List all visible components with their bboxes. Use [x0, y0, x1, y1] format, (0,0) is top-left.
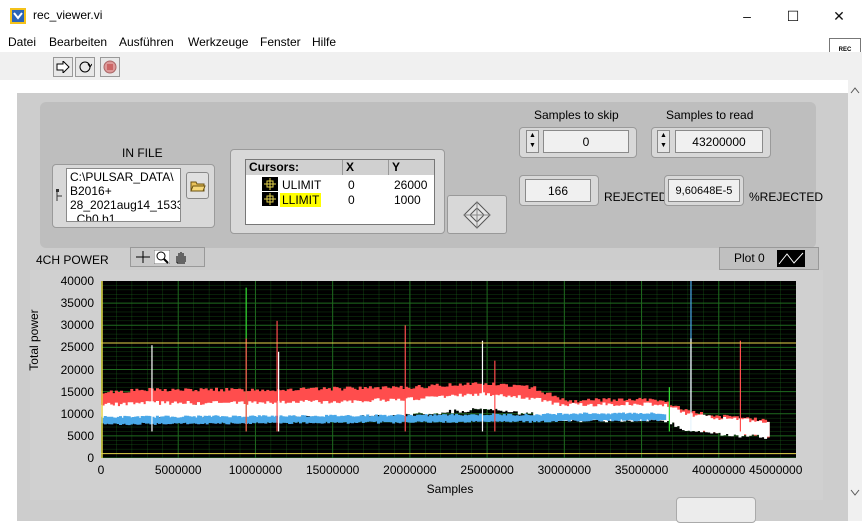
y-tick-label: 15000	[60, 384, 94, 399]
rejected-indicator: 166	[525, 179, 591, 202]
x-tick-label: 45000000	[749, 463, 803, 477]
path-line-3: 28_2021aug14_1533	[70, 198, 181, 212]
bottom-button[interactable]	[676, 497, 756, 523]
cursor-llimit-x: 0	[348, 193, 355, 207]
x-tick-label: 10000000	[228, 463, 283, 477]
cursor-header-name: Cursors:	[246, 160, 343, 175]
x-tick-label: 40000000	[692, 463, 746, 477]
y-tick-label: 40000	[60, 274, 94, 288]
cursor-legend: Cursors: X Y ULIMIT 0 26000 LLIMIT 0 100…	[245, 159, 435, 225]
x-tick-label: 35000000	[614, 463, 669, 477]
path-tree-icon	[56, 189, 62, 201]
x-tick-label: 0	[97, 463, 105, 477]
abort-icon[interactable]	[100, 57, 120, 77]
menu-hilfe[interactable]: Hilfe	[312, 35, 336, 49]
cursor-header-y: Y	[389, 160, 434, 175]
vertical-scrollbar[interactable]	[848, 80, 862, 521]
x-tick-label: 5000000	[154, 463, 202, 477]
cursor-header-x: X	[343, 160, 389, 175]
plot-legend[interactable]: Plot 0	[719, 247, 819, 270]
run-arrow-icon[interactable]	[53, 57, 73, 77]
browse-folder-button[interactable]	[186, 172, 209, 199]
menu-datei[interactable]: Datei	[8, 35, 36, 49]
path-line-2: B2016+	[70, 184, 112, 198]
labview-app-icon	[10, 8, 26, 24]
pan-hand-icon[interactable]	[173, 250, 189, 264]
x-tick-label: 20000000	[383, 463, 437, 477]
cursor-mover-button[interactable]	[447, 195, 507, 234]
y-tick-label: 30000	[60, 318, 94, 333]
x-tick-label: 25000000	[460, 463, 514, 477]
y-tick-label: 0	[87, 451, 94, 465]
plot-line-style-icon	[777, 250, 805, 267]
menu-ausfuehren[interactable]: Ausführen	[119, 35, 174, 49]
cursor-tool-icon[interactable]	[135, 250, 151, 264]
cursor-ulimit-y: 26000	[394, 178, 428, 192]
x-tick-label: 30000000	[537, 463, 592, 477]
zoom-tool-icon[interactable]	[154, 250, 170, 264]
y-tick-label: 25000	[60, 340, 94, 355]
window-title: rec_viewer.vi	[33, 8, 103, 22]
samples-to-skip-label: Samples to skip	[534, 108, 619, 122]
cursor-llimit-icon[interactable]	[262, 192, 278, 209]
read-spinner[interactable]: ▲ ▼	[657, 130, 670, 153]
samples-to-read-input[interactable]: 43200000	[675, 130, 763, 153]
graph-label: 4CH POWER	[36, 253, 109, 267]
pct-rejected-label: %REJECTED	[749, 190, 824, 204]
minimize-button[interactable]: –	[724, 0, 770, 32]
samples-to-skip-input[interactable]: 0	[543, 130, 629, 153]
y-tick-label: 35000	[60, 296, 94, 311]
title-bar: rec_viewer.vi – ☐ ✕	[0, 0, 862, 32]
plot-legend-label: Plot 0	[734, 251, 765, 265]
path-line-4: _Ch0.b1	[70, 212, 116, 222]
run-continuously-icon[interactable]	[75, 57, 95, 77]
plot-area[interactable]	[99, 281, 796, 459]
x-tick-label: 15000000	[305, 463, 360, 477]
cursor-move-diamond-icon	[463, 200, 491, 229]
y-tick-label: 5000	[67, 428, 94, 443]
x-axis-label: Samples	[426, 482, 474, 496]
y-tick-label: 10000	[60, 406, 94, 421]
menu-werkzeuge[interactable]: Werkzeuge	[188, 35, 248, 49]
menu-bearbeiten[interactable]: Bearbeiten	[49, 35, 107, 49]
plot-svg	[99, 281, 796, 459]
in-file-label: IN FILE	[122, 146, 163, 160]
maximize-button[interactable]: ☐	[770, 0, 816, 32]
samples-to-read-label: Samples to read	[666, 108, 754, 122]
cursor-ulimit-name: ULIMIT	[282, 178, 322, 192]
pct-rejected-indicator: 9,60648E-5	[668, 179, 740, 202]
menu-fenster[interactable]: Fenster	[260, 35, 301, 49]
cursor-llimit-y: 1000	[394, 193, 421, 207]
path-line-1: C:\PULSAR_DATA\	[70, 170, 174, 184]
close-button[interactable]: ✕	[816, 0, 862, 32]
rejected-label: REJECTED	[604, 190, 668, 204]
skip-spinner[interactable]: ▲ ▼	[526, 130, 539, 153]
folder-open-icon	[189, 181, 206, 192]
y-tick-label: 20000	[60, 362, 94, 377]
in-file-path-field[interactable]: C:\PULSAR_DATA\ B2016+ 28_2021aug14_1533…	[66, 168, 181, 222]
menu-bar: Datei Bearbeiten Ausführen Werkzeuge Fen…	[0, 32, 862, 52]
cursor-llimit-name: LLIMIT	[280, 193, 322, 207]
toolbar	[0, 52, 862, 80]
cursor-ulimit-x: 0	[348, 178, 355, 192]
graph-palette	[130, 247, 205, 267]
